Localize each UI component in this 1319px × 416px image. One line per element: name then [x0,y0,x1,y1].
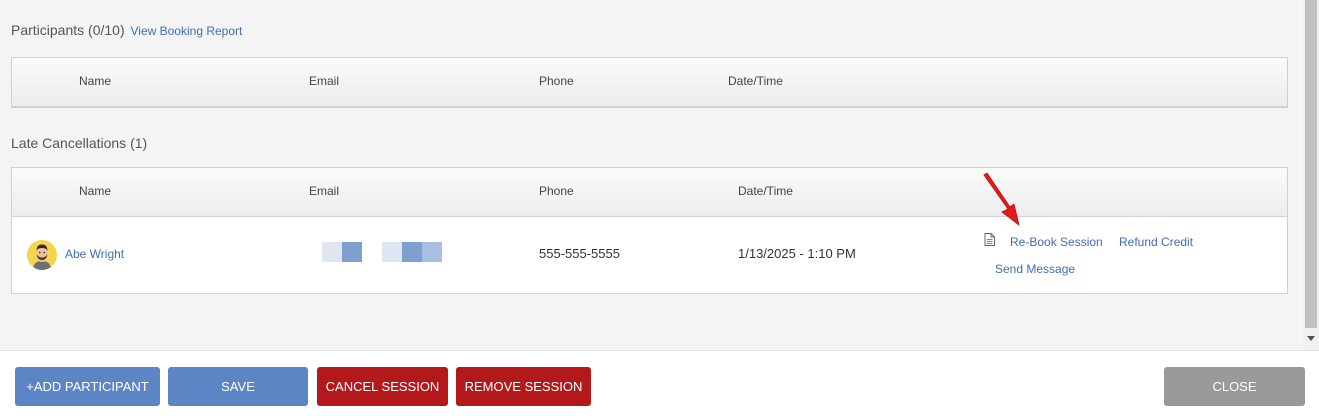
participants-heading: Participants (0/10) View Booking Report [11,22,242,38]
participants-table: Name Email Phone Date/Time [11,57,1288,108]
redacted-email-block [382,242,442,262]
cancel-session-button[interactable]: CANCEL SESSION [317,367,448,406]
rebook-session-link[interactable]: Re-Book Session [1010,235,1103,249]
column-header-name[interactable]: Name [79,74,111,88]
view-booking-report-link[interactable]: View Booking Report [131,24,243,38]
participant-datetime: 1/13/2025 - 1:10 PM [738,246,856,261]
participant-name-link[interactable]: Abe Wright [65,247,124,261]
late-cancellations-table-header: Name Email Phone Date/Time [12,168,1287,217]
scrollbar-thumb[interactable] [1305,0,1317,328]
vertical-scrollbar[interactable] [1303,0,1319,350]
column-header-datetime[interactable]: Date/Time [738,184,793,198]
send-message-link[interactable]: Send Message [995,262,1075,276]
column-header-phone[interactable]: Phone [539,74,574,88]
save-button[interactable]: SAVE [168,367,308,406]
participants-table-header: Name Email Phone Date/Time [12,58,1287,107]
late-cancellations-title: Late Cancellations (1) [11,135,148,151]
scroll-down-arrow-icon[interactable] [1307,336,1315,341]
close-button[interactable]: CLOSE [1164,367,1305,406]
document-icon[interactable] [984,233,995,246]
remove-session-button[interactable]: REMOVE SESSION [456,367,591,406]
user-avatar [27,240,57,270]
session-panel: Participants (0/10) View Booking Report … [0,0,1303,350]
action-footer: +ADD PARTICIPANT SAVE CANCEL SESSION REM… [0,350,1319,416]
column-header-datetime[interactable]: Date/Time [728,74,783,88]
participant-phone: 555-555-5555 [539,246,620,261]
column-header-name[interactable]: Name [79,184,111,198]
add-participant-button[interactable]: +ADD PARTICIPANT [15,367,160,406]
table-row: Abe Wright 555-555-5555 1/13/2025 - 1:10… [12,217,1287,293]
late-cancellations-heading: Late Cancellations (1) [11,135,147,151]
late-cancellations-table: Name Email Phone Date/Time Abe Wright 55… [11,167,1288,294]
participants-title: Participants (0/10) [11,22,125,38]
refund-credit-link[interactable]: Refund Credit [1119,235,1193,249]
column-header-email[interactable]: Email [309,74,339,88]
column-header-phone[interactable]: Phone [539,184,574,198]
column-header-email[interactable]: Email [309,184,339,198]
redacted-email-block [322,242,362,262]
red-arrow-icon [983,172,1020,227]
